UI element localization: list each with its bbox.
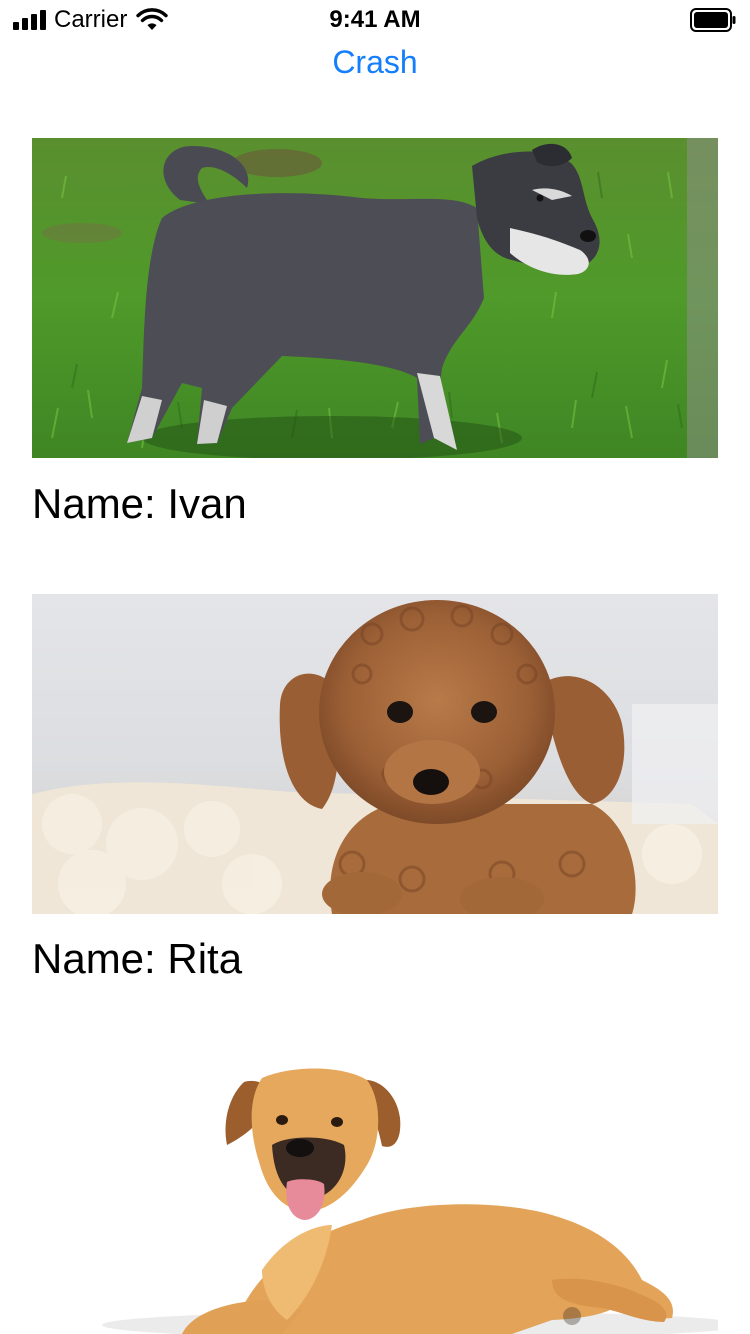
- battery-icon: [690, 8, 736, 32]
- tan-dog-lying-photo: [32, 1050, 718, 1334]
- schnauzer-on-grass-photo: [32, 138, 718, 458]
- dog-name-label: Name: Rita: [32, 935, 243, 982]
- dog-name-label: Name: Ivan: [32, 480, 247, 527]
- status-bar: Carrier 9:41 AM: [0, 0, 750, 40]
- status-time: 9:41 AM: [329, 6, 421, 33]
- poodle-on-rug-photo: [32, 594, 718, 914]
- crash-button[interactable]: Crash: [0, 40, 750, 84]
